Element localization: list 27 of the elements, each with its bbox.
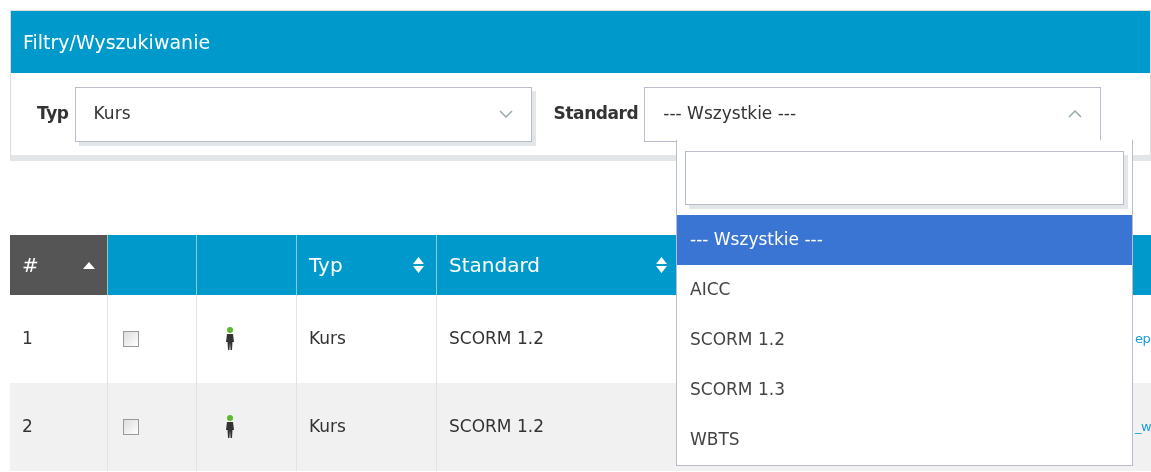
dropdown-option[interactable]: WBTS	[677, 415, 1132, 465]
column-header[interactable]: #	[10, 235, 108, 295]
person-icon	[225, 415, 235, 439]
dropdown-option[interactable]: --- Wszystkie ---	[677, 215, 1132, 265]
row-number: 2	[22, 415, 33, 439]
table-cell-text: SCORM 1.2	[449, 415, 544, 439]
table-cell-text: SCORM 1.2	[449, 327, 544, 351]
filter-label: Typ	[37, 102, 69, 126]
chevron-down-icon	[498, 110, 513, 118]
filter-label: Standard	[553, 102, 639, 126]
sort-icon	[656, 257, 667, 273]
table-cell-text: Kurs	[309, 415, 346, 439]
panel-title: Filtry/Wyszukiwanie	[23, 29, 211, 55]
sort-ascending-icon	[83, 261, 95, 269]
dropdown-option[interactable]: SCORM 1.3	[677, 365, 1132, 415]
sort-icon	[413, 257, 424, 273]
column-header[interactable]	[108, 235, 197, 295]
table-cell-text: Kurs	[309, 327, 346, 351]
column-header[interactable]	[197, 235, 297, 295]
row-checkbox[interactable]	[123, 331, 139, 347]
select-field[interactable]: --- Wszystkie ---	[644, 86, 1102, 142]
person-icon	[225, 327, 235, 351]
row-checkbox[interactable]	[123, 419, 139, 435]
row-number: 1	[22, 327, 33, 351]
dropdown-option[interactable]: SCORM 1.2	[677, 315, 1132, 365]
dropdown-option[interactable]: AICC	[677, 265, 1132, 315]
chevron-up-icon	[1068, 110, 1083, 118]
